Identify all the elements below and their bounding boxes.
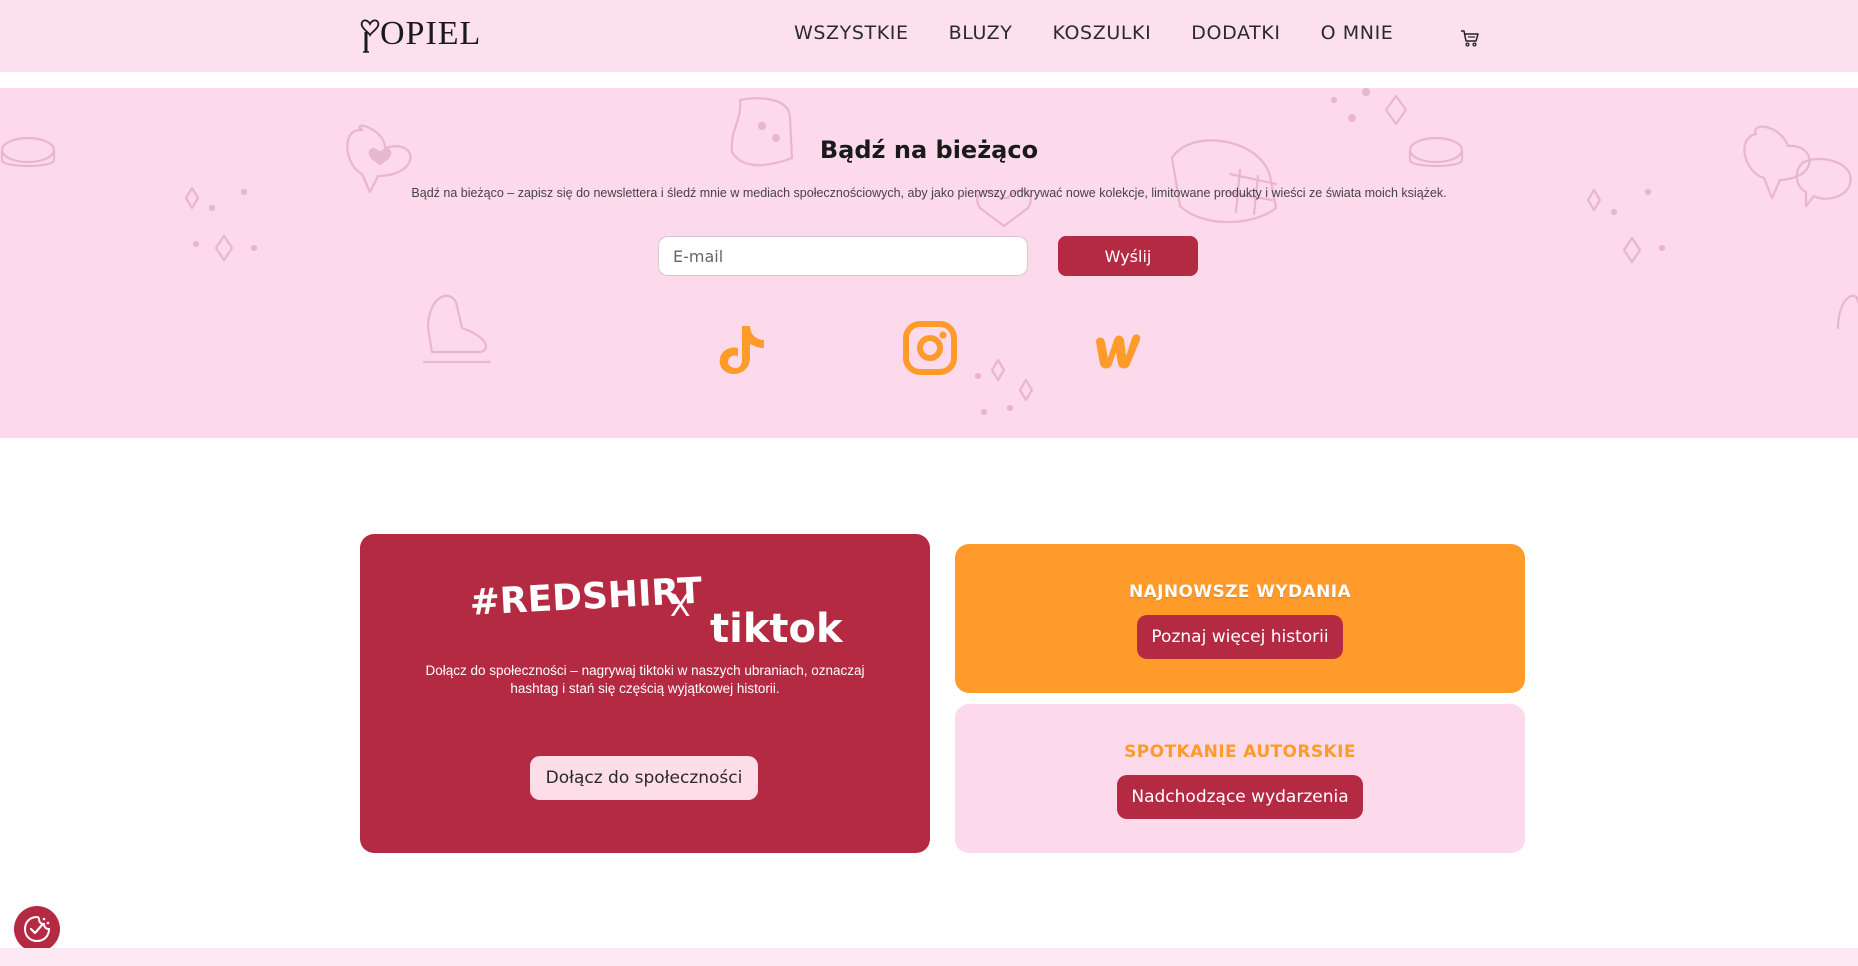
- newsletter-description: Bądź na bieżąco – zapisz się do newslett…: [411, 186, 1447, 200]
- upcoming-events-button[interactable]: Nadchodzące wydarzenia: [1117, 775, 1363, 819]
- community-description: Dołącz do społeczności – nagrywaj tiktok…: [425, 663, 865, 696]
- email-input[interactable]: [658, 236, 1028, 276]
- send-button[interactable]: Wyślij: [1058, 236, 1198, 276]
- nav-item-koszulki[interactable]: KOSZULKI: [1052, 22, 1151, 44]
- instagram-icon[interactable]: [902, 320, 958, 376]
- cart-icon[interactable]: [1460, 28, 1480, 48]
- tiktok-icon[interactable]: [712, 320, 768, 376]
- more-stories-button[interactable]: Poznaj więcej historii: [1137, 615, 1343, 659]
- releases-heading: NAJNOWSZE WYDANIA: [1128, 582, 1352, 602]
- logo-text: OPIEL: [380, 15, 482, 52]
- brand-x-text: X: [670, 589, 691, 624]
- releases-card: NAJNOWSZE WYDANIA Poznaj więcej historii: [955, 544, 1525, 693]
- main-nav: WSZYSTKIE BLUZY KOSZULKI DODATKI O MNIE: [794, 22, 1433, 44]
- nav-item-o-mnie[interactable]: O MNIE: [1321, 22, 1394, 44]
- newsletter-section: Bądź na bieżąco Bądź na bieżąco – zapisz…: [0, 88, 1858, 438]
- wattpad-icon[interactable]: [1090, 320, 1146, 376]
- community-card: #REDSHIRT X tiktok Dołącz do społecznośc…: [360, 534, 930, 853]
- join-community-button[interactable]: Dołącz do społeczności: [530, 756, 758, 800]
- author-meeting-card: SPOTKANIE AUTORSKIE Nadchodzące wydarzen…: [955, 704, 1525, 853]
- nav-item-wszystkie[interactable]: WSZYSTKIE: [794, 22, 909, 44]
- cookie-consent-button[interactable]: [14, 906, 60, 952]
- nav-item-dodatki[interactable]: DODATKI: [1191, 22, 1280, 44]
- newsletter-title: Bądź na bieżąco: [819, 136, 1039, 164]
- author-meeting-heading: SPOTKANIE AUTORSKIE: [1124, 742, 1356, 762]
- heart-p-logo-icon: [360, 19, 380, 53]
- cookie-consent-icon: [23, 915, 51, 943]
- redshirt-tiktok-logo: #REDSHIRT X tiktok: [469, 574, 844, 652]
- brand-tiktok-text: tiktok: [710, 606, 844, 652]
- site-header: OPIEL WSZYSTKIE BLUZY KOSZULKI DODATKI O…: [0, 0, 1858, 72]
- footer-strip: [0, 948, 1858, 966]
- nav-item-bluzy[interactable]: BLUZY: [949, 22, 1013, 44]
- brand-redshirt-text: #REDSHIRT: [469, 574, 704, 624]
- logo[interactable]: OPIEL: [358, 14, 481, 54]
